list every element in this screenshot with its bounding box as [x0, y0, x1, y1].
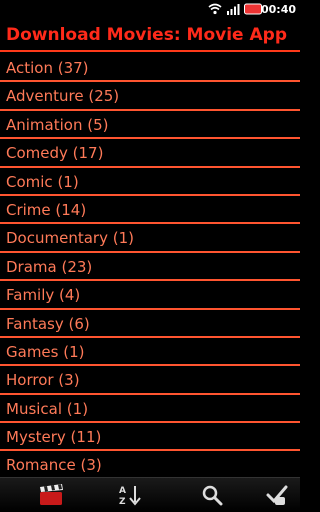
- genre-list-item[interactable]: Family (4): [0, 281, 300, 310]
- genre-list-item[interactable]: Adventure (25): [0, 82, 300, 111]
- genre-list-item[interactable]: Crime (14): [0, 196, 300, 225]
- genre-list-item[interactable]: Romance (3): [0, 451, 300, 478]
- signal-icon: [227, 4, 240, 15]
- svg-text:A: A: [119, 486, 126, 496]
- clapperboard-button[interactable]: [37, 482, 65, 508]
- clapperboard-icon: [40, 484, 63, 505]
- wifi-icon: [208, 3, 222, 15]
- genre-list-item[interactable]: Comedy (17): [0, 139, 300, 168]
- genre-list-item[interactable]: Documentary (1): [0, 224, 300, 253]
- bottom-toolbar: A Z: [0, 477, 300, 512]
- genre-list-item[interactable]: Games (1): [0, 338, 300, 367]
- genre-list-item[interactable]: Action (37): [0, 54, 300, 83]
- app-header: Download Movies: Movie App: [0, 20, 300, 52]
- sort-button[interactable]: A Z: [116, 482, 144, 508]
- checkmark-hand-icon: [266, 485, 288, 505]
- search-button[interactable]: [198, 482, 226, 508]
- sort-az-icon: A Z: [119, 486, 141, 507]
- genre-list-item[interactable]: Comic (1): [0, 168, 300, 196]
- genre-list-item[interactable]: Drama (23): [0, 253, 300, 282]
- app-title: Download Movies: Movie App: [6, 25, 287, 45]
- genre-list[interactable]: Action (37) Adventure (25) Animation (5) Co…: [0, 54, 300, 478]
- search-icon: [202, 485, 223, 506]
- status-icons: [208, 3, 264, 15]
- genre-list-item[interactable]: Animation (5): [0, 111, 300, 140]
- checkmark-button[interactable]: [263, 482, 291, 508]
- genre-list-item[interactable]: Fantasy (6): [0, 310, 300, 338]
- status-bar: 00:40: [0, 0, 300, 20]
- genre-list-item[interactable]: Horror (3): [0, 366, 300, 395]
- genre-list-item[interactable]: Musical (1): [0, 395, 300, 424]
- genre-list-item[interactable]: Mystery (11): [0, 423, 300, 452]
- clock: 00:40: [260, 3, 296, 16]
- svg-text:Z: Z: [119, 497, 126, 507]
